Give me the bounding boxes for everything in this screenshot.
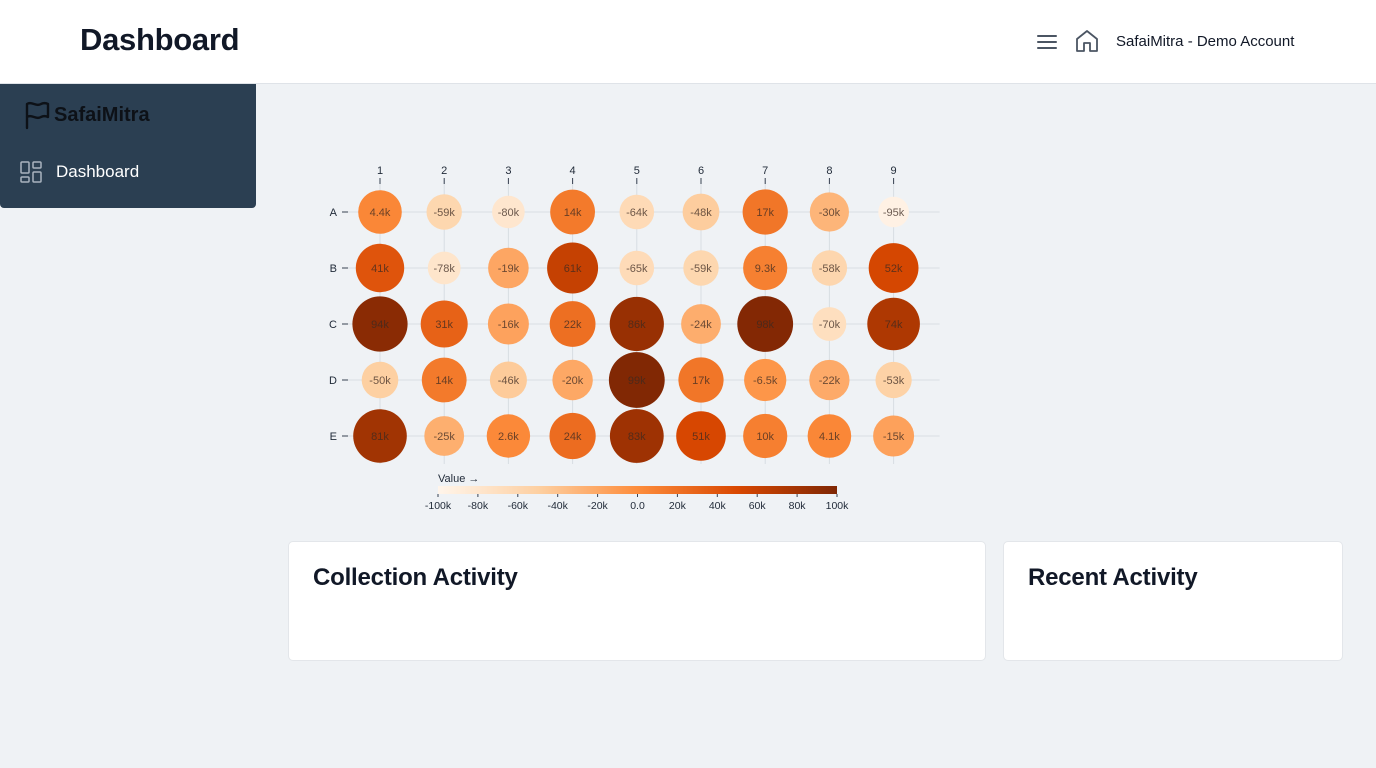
cell-label: 94k: [371, 319, 389, 331]
account-name[interactable]: SafaiMitra - Demo Account: [1116, 33, 1294, 50]
sidebar-item-dashboard[interactable]: Dashboard: [0, 152, 256, 192]
x-tick-label: 6: [698, 165, 704, 177]
legend-title: Value →: [438, 473, 479, 485]
cell-label: -46k: [498, 375, 520, 387]
cell-label: 2.6k: [498, 431, 519, 443]
cell-label: 74k: [885, 319, 903, 331]
cell-label: 10k: [756, 431, 774, 443]
cell-label: 51k: [692, 431, 710, 443]
cell-label: 14k: [564, 207, 582, 219]
cell-label: -59k: [690, 263, 712, 275]
recent-activity-title: Recent Activity: [1028, 564, 1198, 591]
legend-tick-label: 60k: [749, 500, 767, 512]
cell-label: 4.1k: [819, 431, 840, 443]
legend-color-bar: [438, 486, 837, 494]
cell-label: -16k: [498, 319, 520, 331]
cell-label: -65k: [626, 263, 648, 275]
cell-label: -59k: [433, 207, 455, 219]
top-header: Dashboard SafaiMitra - Demo Account: [0, 0, 1376, 84]
cell-label: 83k: [628, 431, 646, 443]
cell-label: 61k: [564, 263, 582, 275]
brand[interactable]: SafaiMitra: [22, 100, 150, 130]
x-tick-label: 5: [634, 165, 640, 177]
y-tick-label: B: [330, 263, 337, 275]
cell-label: 41k: [371, 263, 389, 275]
sidebar-item-label: Dashboard: [56, 162, 140, 181]
heatmap-chart: 1 2 3 4 5 6 7 8 9 A B C D E 4.4k -59k -80k 14k -64k -48k 17k…: [300, 150, 960, 520]
x-tick-label: 2: [441, 165, 447, 177]
cell-label: 52k: [885, 263, 903, 275]
cell-label: -50k: [369, 375, 391, 387]
cell-label: -15k: [883, 431, 905, 443]
home-icon[interactable]: [1074, 28, 1100, 54]
sidebar: SafaiMitra Dashboard: [0, 84, 256, 208]
x-tick-label: 9: [891, 165, 897, 177]
cell-label: 98k: [756, 319, 774, 331]
brand-name: SafaiMitra: [54, 103, 150, 126]
legend-tick-label: 0.0: [630, 500, 645, 512]
cell-label: 99k: [628, 375, 646, 387]
cell-label: 22k: [564, 319, 582, 331]
hamburger-menu-icon[interactable]: [1036, 31, 1058, 53]
legend-tick-label: 40k: [709, 500, 727, 512]
cell-label: 86k: [628, 319, 646, 331]
y-tick-label: E: [330, 431, 337, 443]
heatmap-chart-svg: 1 2 3 4 5 6 7 8 9 A B C D E 4.4k -59k -80k 14k -64k -48k 17k…: [329, 165, 940, 512]
cell-label: -25k: [433, 431, 455, 443]
x-tick-label: 1: [377, 165, 383, 177]
collection-activity-card: Collection Activity: [288, 541, 986, 661]
cell-label: -6.5k: [753, 375, 778, 387]
x-tick-label: 8: [826, 165, 832, 177]
cell-label: 81k: [371, 431, 389, 443]
legend-tick-label: 100k: [826, 500, 850, 512]
cell-label: -48k: [690, 207, 712, 219]
y-tick-label: A: [330, 207, 338, 219]
cell-label: -20k: [562, 375, 584, 387]
y-tick-label: C: [329, 319, 337, 331]
cell-label: -19k: [498, 263, 520, 275]
cell-label: 31k: [435, 319, 453, 331]
recent-activity-card: Recent Activity: [1003, 541, 1343, 661]
cell-label: -30k: [819, 207, 841, 219]
legend-tick-label: -80k: [468, 500, 489, 512]
dashboard-grid-icon: [20, 161, 42, 183]
legend-tick-label: -60k: [508, 500, 529, 512]
y-tick-label: D: [329, 375, 337, 387]
cell-label: -64k: [626, 207, 648, 219]
x-tick-label: 4: [570, 165, 576, 177]
legend-tick-label: -100k: [425, 500, 452, 512]
x-tick-label: 7: [762, 165, 768, 177]
cell-label: -70k: [819, 319, 841, 331]
page-title: Dashboard: [80, 22, 240, 57]
cell-label: 9.3k: [755, 263, 776, 275]
x-tick-label: 3: [505, 165, 511, 177]
cell-label: 24k: [564, 431, 582, 443]
flag-icon: [25, 101, 50, 130]
legend-tick-label: -20k: [587, 500, 608, 512]
cell-label: -58k: [819, 263, 841, 275]
cell-label: -24k: [690, 319, 712, 331]
cell-label: 17k: [692, 375, 710, 387]
legend-tick-label: -40k: [547, 500, 568, 512]
cell-label: -22k: [819, 375, 841, 387]
cell-label: 14k: [435, 375, 453, 387]
collection-activity-title: Collection Activity: [313, 564, 518, 591]
cell-label: 4.4k: [370, 207, 391, 219]
legend-tick-label: 80k: [789, 500, 807, 512]
legend-tick-label: 20k: [669, 500, 687, 512]
cell-label: 17k: [756, 207, 774, 219]
cell-label: -80k: [498, 207, 520, 219]
cell-label: -95k: [883, 207, 905, 219]
cell-label: -78k: [433, 263, 455, 275]
cell-label: -53k: [883, 375, 905, 387]
